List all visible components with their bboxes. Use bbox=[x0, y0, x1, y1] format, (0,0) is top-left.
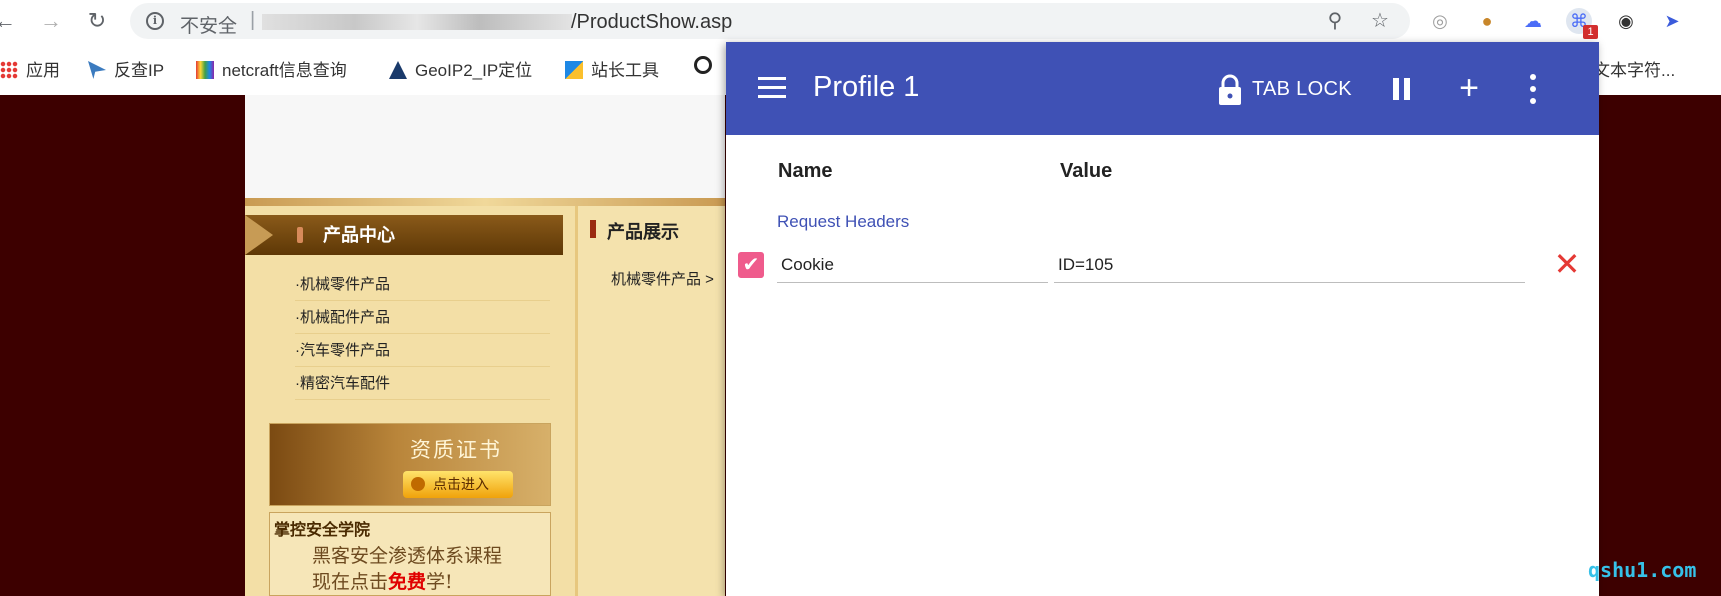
security-label[interactable]: 不安全 bbox=[180, 11, 237, 38]
show-heading-bullet bbox=[590, 220, 596, 238]
url-separator: | bbox=[250, 9, 256, 31]
site-header-area bbox=[245, 95, 725, 198]
academy-name: 掌控安全学院 bbox=[274, 520, 371, 539]
site-body: 产品中心 ·机械零件产品 ·机械配件产品 ·汽车零件产品 ·精密汽车配件 资质证… bbox=[245, 198, 725, 596]
star-icon[interactable]: ☆ bbox=[1368, 9, 1392, 33]
cloud-extension-icon[interactable]: ☁ bbox=[1520, 8, 1546, 34]
breadcrumb[interactable]: 机械零件产品 > bbox=[611, 268, 714, 289]
product-show-column bbox=[575, 198, 725, 596]
enter-button[interactable]: 点击进入 bbox=[403, 471, 513, 498]
lock-icon[interactable] bbox=[1216, 74, 1244, 106]
add-icon[interactable]: + bbox=[1456, 71, 1482, 105]
bookmark-reverse-ip[interactable]: 反查IP bbox=[88, 56, 164, 81]
academy-cta: 现在点击免费学! bbox=[312, 571, 453, 593]
popup-app-bar: Profile 1 TAB LOCK + bbox=[726, 42, 1599, 135]
address-bar[interactable]: i 不安全 | /ProductShow.asp ⚲ ☆ bbox=[130, 3, 1410, 39]
back-arrow-icon[interactable]: ← bbox=[0, 8, 18, 34]
extension-badge: 1 bbox=[1583, 25, 1598, 39]
ip-icon bbox=[88, 61, 106, 79]
column-header-value: Value bbox=[1060, 160, 1113, 182]
geoip-icon bbox=[389, 61, 407, 79]
netcraft-icon bbox=[196, 61, 214, 79]
tab-lock-button[interactable]: TAB LOCK bbox=[1252, 78, 1352, 101]
eye-extension-icon[interactable]: ◉ bbox=[1613, 8, 1639, 34]
webmaster-icon bbox=[565, 61, 583, 79]
bookmark-webmaster-tools[interactable]: 站长工具 bbox=[565, 56, 659, 81]
category-heading: 产品中心 bbox=[245, 215, 563, 255]
category-item[interactable]: ·机械配件产品 bbox=[295, 301, 550, 334]
header-enabled-checkbox[interactable]: ✔ bbox=[738, 252, 764, 278]
browser-toolbar: ← → ↻ i 不安全 | /ProductShow.asp ⚲ ☆ ◎ ● ☁… bbox=[0, 0, 1721, 42]
forward-arrow-icon[interactable]: → bbox=[38, 8, 64, 34]
header-value-input[interactable]: ID=105 bbox=[1054, 247, 1525, 283]
website: 产品中心 ·机械零件产品 ·机械配件产品 ·汽车零件产品 ·精密汽车配件 资质证… bbox=[245, 95, 725, 596]
blurred-url-host bbox=[262, 14, 572, 30]
certificate-title: 资质证书 bbox=[410, 439, 502, 462]
bookmark-panda[interactable] bbox=[694, 56, 720, 76]
request-headers-label: Request Headers bbox=[777, 212, 910, 231]
academy-banner[interactable]: 掌控安全学院 黑客安全渗透体系课程 现在点击免费学! bbox=[269, 512, 551, 596]
column-header-name: Name bbox=[778, 160, 833, 182]
more-vert-icon[interactable] bbox=[1529, 74, 1537, 104]
bookmark-apps[interactable]: 应用 bbox=[0, 56, 60, 81]
delete-header-icon[interactable]: ✕ bbox=[1552, 248, 1582, 280]
cookie-extension-icon[interactable]: ● bbox=[1474, 8, 1500, 34]
url-path[interactable]: /ProductShow.asp bbox=[571, 11, 732, 34]
hamburger-menu-icon[interactable] bbox=[758, 77, 786, 99]
profile-title[interactable]: Profile 1 bbox=[813, 71, 919, 104]
bookmark-text-chars[interactable]: 文本字符... bbox=[1593, 56, 1675, 81]
circle-extension-icon[interactable]: ◎ bbox=[1427, 8, 1453, 34]
reload-icon[interactable]: ↻ bbox=[84, 8, 110, 34]
apps-grid-icon bbox=[0, 61, 18, 79]
category-item[interactable]: ·汽车零件产品 bbox=[295, 334, 550, 367]
academy-course: 黑客安全渗透体系课程 bbox=[312, 545, 503, 567]
category-item[interactable]: ·精密汽车配件 bbox=[295, 367, 550, 400]
info-icon[interactable]: i bbox=[146, 12, 164, 30]
header-name-input[interactable]: Cookie bbox=[777, 247, 1048, 283]
product-show-heading: 产品展示 bbox=[607, 222, 679, 242]
category-item[interactable]: ·机械零件产品 bbox=[295, 268, 550, 301]
certificate-banner[interactable]: 资质证书 点击进入 bbox=[269, 423, 551, 506]
pause-icon[interactable] bbox=[1392, 78, 1412, 100]
bookmark-geoip2[interactable]: GeoIP2_IP定位 bbox=[389, 56, 532, 81]
bird-extension-icon[interactable]: ➤ bbox=[1659, 8, 1685, 34]
panda-icon bbox=[694, 56, 712, 74]
heading-bullet bbox=[297, 227, 303, 243]
decorative-stripe bbox=[245, 198, 725, 206]
bookmark-netcraft[interactable]: netcraft信息查询 bbox=[196, 56, 347, 81]
watermark-text: qshu1.com bbox=[1588, 558, 1697, 582]
zoom-out-icon[interactable]: ⚲ bbox=[1323, 9, 1347, 33]
modheader-popup: Profile 1 TAB LOCK + Name Value Request … bbox=[726, 42, 1599, 596]
